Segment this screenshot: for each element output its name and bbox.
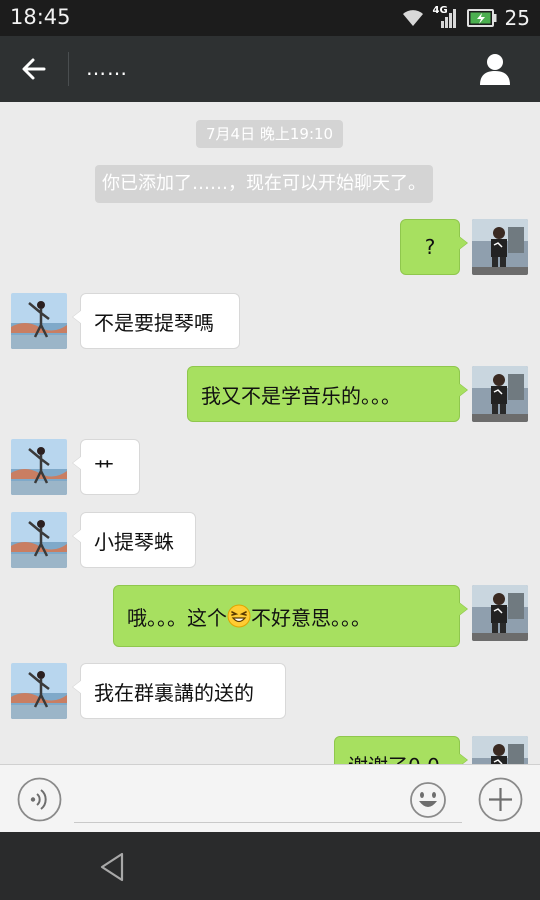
my-avatar[interactable] xyxy=(472,366,528,422)
my-avatar[interactable] xyxy=(472,219,528,275)
battery-charging-icon xyxy=(466,9,497,27)
message-text: 不是要提琴嗎 xyxy=(94,310,214,335)
message-text: 艹 xyxy=(94,456,114,481)
message-text: 不好意思。。。 xyxy=(251,605,371,630)
message-list[interactable]: 7月4日 晚上19:10 你已添加了……，现在可以开始聊天了。 ? 不是要提琴嗎… xyxy=(0,102,540,764)
my-avatar[interactable] xyxy=(472,736,528,764)
profile-icon[interactable] xyxy=(478,52,512,86)
plus-icon[interactable] xyxy=(478,777,523,822)
header-divider xyxy=(68,52,69,86)
status-bar: 18:45 4G 25 xyxy=(0,0,540,36)
nav-back-icon[interactable] xyxy=(96,850,130,884)
contact-avatar[interactable] xyxy=(11,293,67,349)
incoming-message[interactable]: 我在群裏講的送的 xyxy=(72,663,286,719)
my-avatar[interactable] xyxy=(472,585,528,641)
status-time: 18:45 xyxy=(10,5,71,29)
outgoing-message[interactable]: ? xyxy=(400,219,468,275)
chat-header: …… xyxy=(0,36,540,102)
outgoing-message[interactable]: 哦。。。这个 不好意思。。。 xyxy=(113,585,468,647)
voice-icon[interactable] xyxy=(17,777,62,822)
squinting-grin-emoji xyxy=(227,604,251,628)
battery-percent: 25 xyxy=(504,6,530,30)
outgoing-message[interactable]: 我又不是学音乐的。。。 xyxy=(187,366,468,422)
system-nav-bar xyxy=(0,832,540,900)
contact-avatar[interactable] xyxy=(11,663,67,719)
message-text: 我在群裏講的送的 xyxy=(94,680,254,705)
emoji-icon[interactable] xyxy=(409,781,447,819)
message-text: 小提琴蛛 xyxy=(94,529,174,554)
message-text: 谢谢了0.0 xyxy=(348,750,440,765)
contact-avatar[interactable] xyxy=(11,439,67,495)
incoming-message[interactable]: 不是要提琴嗎 xyxy=(72,293,240,349)
wifi-icon xyxy=(402,10,423,26)
message-text: ? xyxy=(424,235,436,259)
signal-icon: 4G xyxy=(433,5,459,29)
message-input[interactable] xyxy=(74,777,462,823)
contact-avatar[interactable] xyxy=(11,512,67,568)
incoming-message[interactable]: 小提琴蛛 xyxy=(72,512,196,568)
message-input-bar xyxy=(0,764,540,832)
incoming-message[interactable]: 艹 xyxy=(72,439,140,495)
back-arrow-icon[interactable] xyxy=(18,53,50,85)
system-message: 你已添加了……，现在可以开始聊天了。 xyxy=(95,165,433,203)
chat-title: …… xyxy=(86,56,128,80)
message-text: 我又不是学音乐的。。。 xyxy=(201,383,401,408)
message-timestamp: 7月4日 晚上19:10 xyxy=(196,120,344,148)
message-text: 哦。。。这个 xyxy=(127,605,227,630)
outgoing-message[interactable]: 谢谢了0.0 xyxy=(334,736,468,765)
status-icons: 4G 25 xyxy=(401,5,530,30)
